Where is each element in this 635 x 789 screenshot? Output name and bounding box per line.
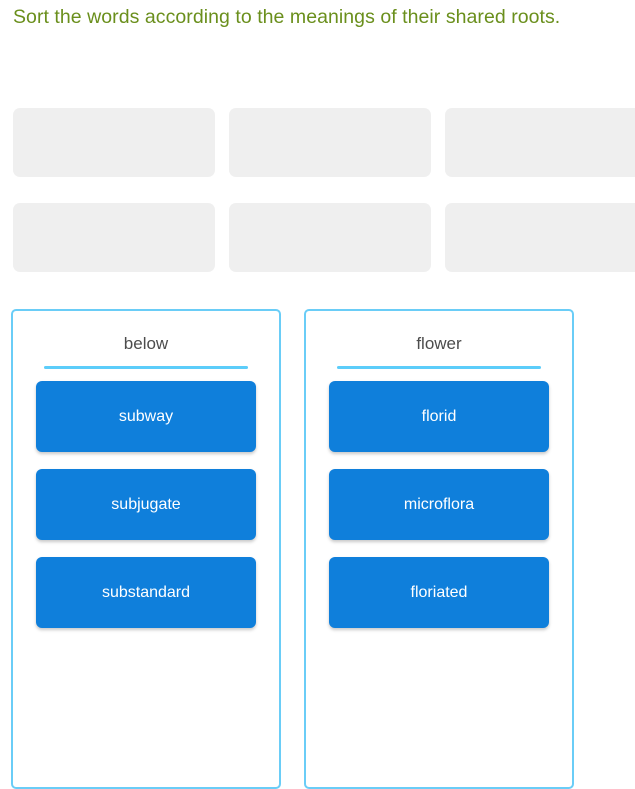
column-divider — [44, 366, 248, 369]
word-chip-list: florid microflora floriated — [329, 381, 549, 628]
category-columns: below subway subjugate substandard flowe… — [11, 309, 574, 789]
column-title: flower — [416, 334, 462, 353]
word-chip[interactable]: subway — [36, 381, 256, 452]
answer-slot[interactable] — [13, 203, 215, 272]
word-chip[interactable]: microflora — [329, 469, 549, 540]
answer-slot[interactable] — [229, 108, 431, 177]
word-chip[interactable]: substandard — [36, 557, 256, 628]
answer-slot[interactable] — [229, 203, 431, 272]
answer-slot[interactable] — [445, 108, 635, 177]
word-chip[interactable]: florid — [329, 381, 549, 452]
word-chip[interactable]: floriated — [329, 557, 549, 628]
answer-slot-grid — [13, 108, 635, 272]
column-title: below — [123, 334, 169, 353]
category-column-below[interactable]: below subway subjugate substandard — [11, 309, 281, 789]
word-chip-list: subway subjugate substandard — [36, 381, 256, 628]
column-divider — [337, 366, 541, 369]
answer-slot[interactable] — [13, 108, 215, 177]
answer-slot[interactable] — [445, 203, 635, 272]
instruction-prompt: Sort the words according to the meanings… — [13, 6, 561, 28]
word-chip[interactable]: subjugate — [36, 469, 256, 540]
category-column-flower[interactable]: flower florid microflora floriated — [304, 309, 574, 789]
